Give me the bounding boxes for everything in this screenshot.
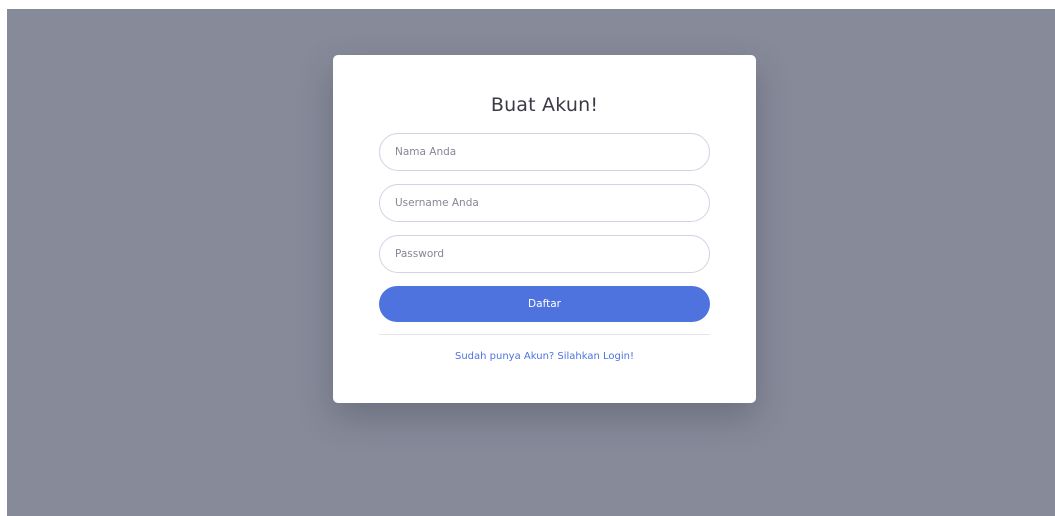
page-title: Buat Akun! [490, 94, 599, 116]
page-backdrop: Buat Akun! Daftar Sudah punya Akun? Sila… [7, 9, 1055, 516]
username-input[interactable] [379, 184, 710, 222]
register-button[interactable]: Daftar [379, 286, 710, 322]
login-link[interactable]: Sudah punya Akun? Silahkan Login! [333, 351, 756, 362]
name-input[interactable] [379, 133, 710, 171]
password-input[interactable] [379, 235, 710, 273]
register-card: Buat Akun! Daftar Sudah punya Akun? Sila… [333, 55, 756, 403]
divider [379, 334, 710, 335]
